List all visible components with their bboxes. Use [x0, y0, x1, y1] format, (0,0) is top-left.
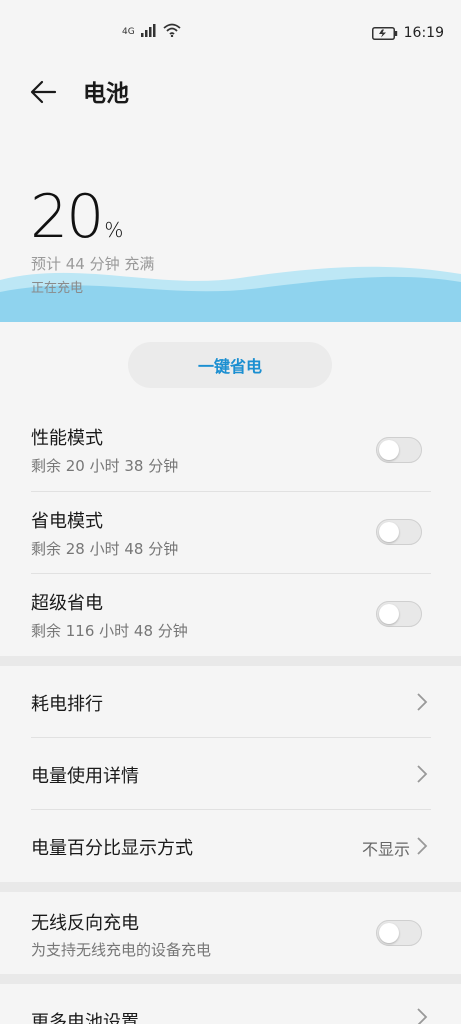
ultra-power-saving-row[interactable]: 超级省电 剩余 116 小时 48 分钟 — [0, 574, 461, 656]
network-type: 4G — [122, 27, 135, 37]
toggle-knob — [379, 440, 399, 460]
row-description: 为支持无线充电的设备充电 — [31, 941, 212, 959]
power-saving-mode-row[interactable]: 省电模式 剩余 28 小时 48 分钟 — [0, 492, 461, 574]
battery-level: 20 — [30, 182, 104, 252]
toggle-knob — [379, 604, 399, 624]
battery-percentage-display-row[interactable]: 电量百分比显示方式 不显示 — [0, 810, 461, 882]
section-separator — [0, 882, 461, 892]
charge-estimate: 预计 44 分钟 充满 — [31, 255, 155, 273]
wireless-reverse-charging-row[interactable]: 无线反向充电 为支持无线充电的设备充电 — [0, 892, 461, 974]
battery-summary: 20% 预计 44 分钟 充满 正在充电 — [0, 150, 461, 322]
chevron-right-icon — [417, 1008, 428, 1024]
mode-remaining: 剩余 28 小时 48 分钟 — [31, 540, 179, 558]
percent-unit: % — [104, 218, 124, 242]
chevron-right-icon — [417, 693, 428, 711]
battery-charging-icon — [371, 26, 397, 40]
mode-title: 性能模式 — [31, 428, 103, 449]
power-consumption-ranking-row[interactable]: 耗电排行 — [0, 666, 461, 737]
section-separator — [0, 974, 461, 984]
performance-mode-toggle[interactable] — [376, 437, 422, 463]
chevron-right-icon — [417, 765, 428, 783]
clock: 16:19 — [403, 25, 444, 41]
status-bar: 4G 16:19 — [0, 0, 461, 62]
back-arrow-icon — [30, 80, 57, 104]
mode-title: 省电模式 — [31, 511, 103, 532]
toggle-knob — [379, 522, 399, 542]
row-title: 电量使用详情 — [31, 766, 139, 787]
row-title: 更多电池设置 — [31, 1012, 139, 1024]
page-title: 电池 — [83, 81, 129, 107]
ultra-power-saving-toggle[interactable] — [376, 601, 422, 627]
toggle-knob — [379, 923, 399, 943]
one-tap-power-save-button[interactable]: 一键省电 — [128, 342, 332, 388]
mode-remaining: 剩余 116 小时 48 分钟 — [31, 622, 188, 640]
chevron-right-icon — [417, 837, 428, 855]
display-mode-value: 不显示 — [361, 840, 410, 859]
more-battery-settings-row[interactable]: 更多电池设置 — [0, 984, 461, 1024]
battery-percentage: 20% — [30, 187, 123, 247]
network-indicators: 4G — [122, 23, 181, 37]
battery-usage-details-row[interactable]: 电量使用详情 — [0, 738, 461, 809]
app-header: 电池 — [0, 62, 461, 122]
back-button[interactable] — [28, 76, 60, 108]
performance-mode-row[interactable]: 性能模式 剩余 20 小时 38 分钟 — [0, 410, 461, 492]
row-title: 电量百分比显示方式 — [31, 838, 193, 859]
mode-title: 超级省电 — [31, 593, 103, 614]
signal-icon — [140, 24, 156, 37]
power-saving-mode-toggle[interactable] — [376, 519, 422, 545]
wireless-reverse-charging-toggle[interactable] — [376, 920, 422, 946]
status-right: 16:19 — [371, 25, 444, 41]
section-separator — [0, 656, 461, 666]
charging-state: 正在充电 — [31, 281, 84, 296]
mode-remaining: 剩余 20 小时 38 分钟 — [31, 457, 179, 475]
row-title: 无线反向充电 — [31, 913, 139, 934]
wifi-icon — [163, 23, 181, 37]
row-title: 耗电排行 — [31, 694, 103, 715]
